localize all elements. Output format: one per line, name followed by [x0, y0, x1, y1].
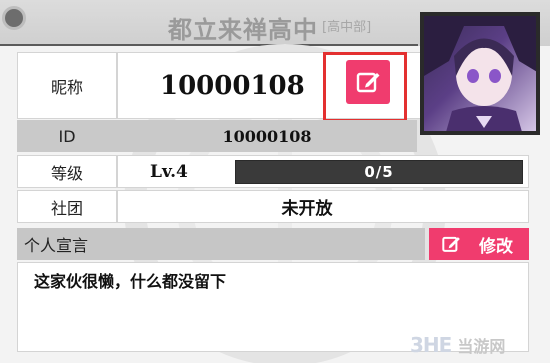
club-label: 社团 [17, 190, 117, 223]
pencil-edit-icon [356, 72, 380, 93]
declaration-text: 这家伙很懒，什么都没留下 [34, 272, 227, 291]
pencil-edit-icon [441, 234, 461, 254]
card-hole [2, 6, 26, 30]
nickname-value: 10000108 [160, 70, 305, 101]
modify-label: 修改 [479, 236, 513, 257]
declaration-label: 个人宣言 [24, 236, 89, 255]
school-subtitle: [高中部] [322, 20, 372, 35]
id-label: ID [58, 126, 76, 146]
id-value: 10000108 [222, 126, 312, 146]
watermark-logo: 3HE [410, 333, 452, 357]
nickname-label: 昵称 [17, 52, 117, 119]
avatar [420, 12, 540, 135]
modify-declaration-button[interactable]: 修改 [429, 228, 529, 260]
level-label: 等级 [17, 155, 117, 188]
site-watermark: 3HE 当游网 [410, 330, 550, 360]
profile-card: 都立来禅高中 [高中部] 昵称 10000108 ID 10000108 等级 … [0, 0, 550, 363]
club-value: 未开放 [281, 199, 333, 219]
exp-progress-text: 0/5 [364, 163, 394, 181]
edit-nickname-button[interactable] [346, 60, 390, 104]
watermark-text: 当游网 [457, 337, 506, 356]
level-value: Lv.4 [150, 161, 188, 182]
